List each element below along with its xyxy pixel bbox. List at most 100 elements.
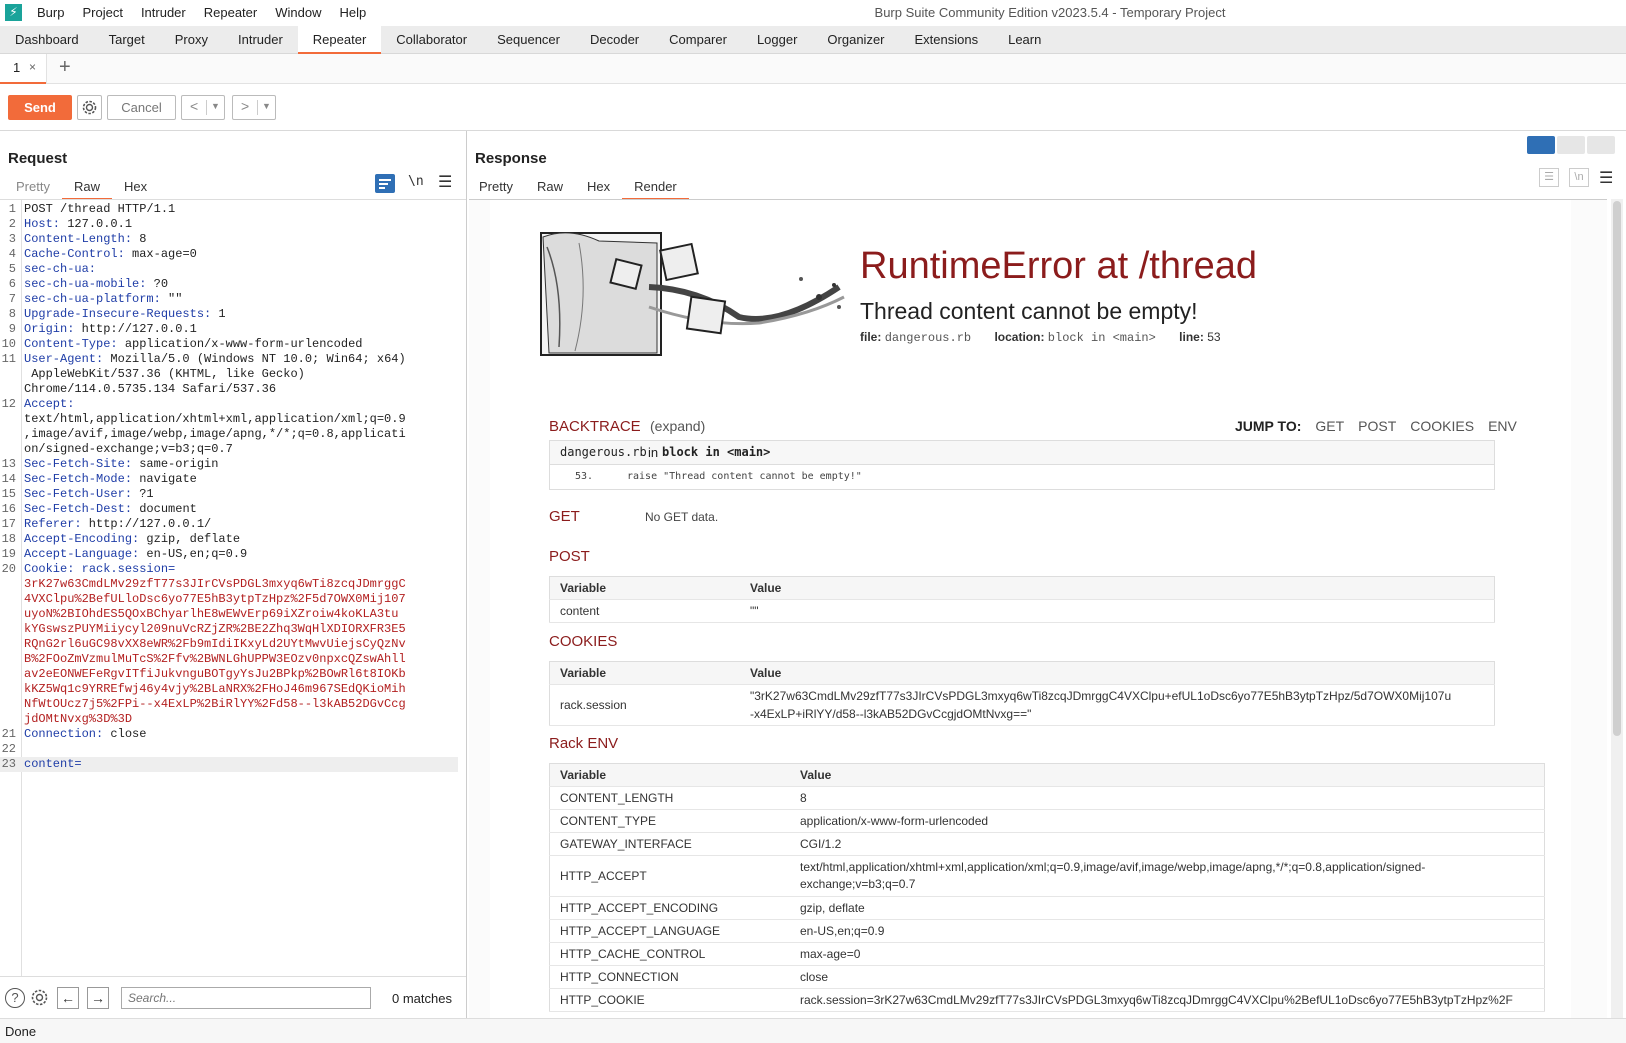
- code-line[interactable]: on/signed-exchange;v=b3;q=0.7: [0, 442, 458, 457]
- line-number: 8: [8, 307, 16, 321]
- code-line[interactable]: 18 Accept-Encoding: gzip, deflate: [0, 532, 458, 547]
- expand-link[interactable]: (expand): [650, 418, 705, 434]
- tab-dashboard[interactable]: Dashboard: [0, 26, 94, 53]
- code-line[interactable]: 16 Sec-Fetch-Dest: document: [0, 502, 458, 517]
- env-value: gzip, deflate: [790, 896, 1545, 920]
- code-line[interactable]: AppleWebKit/537.36 (KHTML, like Gecko): [0, 367, 458, 382]
- code-line[interactable]: 21 Connection: close: [0, 727, 458, 742]
- jump-link-env[interactable]: ENV: [1488, 418, 1517, 434]
- tab-sequencer[interactable]: Sequencer: [482, 26, 575, 53]
- help-icon[interactable]: ?: [5, 988, 25, 1008]
- response-view-icons: ☰ \n: [1539, 168, 1589, 187]
- word-wrap-icon[interactable]: [375, 174, 395, 193]
- tab-comparer[interactable]: Comparer: [654, 26, 742, 53]
- code-line[interactable]: NfWtOUcz7j5%2FPi--x4ExLP%2BiRlYY%2Fd58--…: [0, 697, 458, 712]
- request-editor[interactable]: 1 POST /thread HTTP/1.1 2 Host: 127.0.0.1 3 C…: [0, 199, 466, 977]
- code-line[interactable]: 22: [0, 742, 458, 757]
- code-line[interactable]: 3 Content-Length: 8: [0, 232, 458, 247]
- line-content: Connection: close: [16, 727, 146, 742]
- hamburger-menu-icon[interactable]: ☰: [1599, 168, 1613, 188]
- header-value: ?0: [146, 277, 169, 291]
- send-button[interactable]: Send: [8, 95, 72, 120]
- search-input[interactable]: [121, 987, 371, 1009]
- request-tab-raw[interactable]: Raw: [61, 176, 112, 200]
- jump-link-post[interactable]: POST: [1358, 418, 1396, 434]
- code-line[interactable]: 2 Host: 127.0.0.1: [0, 217, 458, 232]
- response-tab-hex[interactable]: Hex: [575, 176, 622, 198]
- back-button[interactable]: < ▼: [181, 95, 225, 120]
- code-line[interactable]: 4VXClpu%2BefULloDsc6yo77E5hB3ytpTzHpz%2F…: [0, 592, 458, 607]
- code-line[interactable]: 20 Cookie: rack.session=: [0, 562, 458, 577]
- code-line[interactable]: 17 Referer: http://127.0.0.1/: [0, 517, 458, 532]
- code-line[interactable]: kKZ5Wq1c9YRREfwj46y4vjy%2BLaNRX%2FHoJ46m…: [0, 682, 458, 697]
- code-line[interactable]: 1 POST /thread HTTP/1.1: [0, 202, 458, 217]
- tab-learn[interactable]: Learn: [993, 26, 1056, 53]
- forward-button[interactable]: > ▼: [232, 95, 276, 120]
- line-number: [0, 367, 16, 382]
- code-line[interactable]: 3rK27w63CmdLMv29zfT77s3JIrCVsPDGL3mxyq6w…: [0, 577, 458, 592]
- jump-link-cookies[interactable]: COOKIES: [1410, 418, 1474, 434]
- code-line[interactable]: 6 sec-ch-ua-mobile: ?0: [0, 277, 458, 292]
- code-line[interactable]: av2eEONWEFeRgvITfiJukvnguBOTgyYsJu2BPkp%…: [0, 667, 458, 682]
- tab-organizer[interactable]: Organizer: [812, 26, 899, 53]
- code-line[interactable]: 4 Cache-Control: max-age=0: [0, 247, 458, 262]
- code-line[interactable]: ,image/avif,image/webp,image/apng,*/*;q=…: [0, 427, 458, 442]
- code-line[interactable]: 10 Content-Type: application/x-www-form-u…: [0, 337, 458, 352]
- code-line[interactable]: 11 User-Agent: Mozilla/5.0 (Windows NT 10…: [0, 352, 458, 367]
- add-tab-button[interactable]: +: [59, 56, 71, 79]
- tabs-layout-icon[interactable]: [1587, 136, 1615, 154]
- newline-toggle-icon[interactable]: \n: [408, 174, 424, 189]
- response-tab-pretty[interactable]: Pretty: [467, 176, 525, 198]
- header-key: Sec-Fetch-Dest:: [24, 502, 133, 516]
- code-line[interactable]: jdOMtNvxg%3D%3D: [0, 712, 458, 727]
- tab-proxy[interactable]: Proxy: [160, 26, 223, 53]
- top-bottom-layout-icon[interactable]: [1557, 136, 1585, 154]
- close-icon[interactable]: ×: [29, 60, 36, 74]
- code-line[interactable]: 15 Sec-Fetch-User: ?1: [0, 487, 458, 502]
- response-scrollbar[interactable]: [1611, 199, 1623, 1018]
- next-match-icon[interactable]: →: [87, 987, 109, 1009]
- tab-decoder[interactable]: Decoder: [575, 26, 654, 53]
- chevron-down-icon[interactable]: ▼: [262, 101, 271, 111]
- code-line[interactable]: 23 content=: [0, 757, 458, 772]
- previous-match-icon[interactable]: ←: [57, 987, 79, 1009]
- code-line[interactable]: 8 Upgrade-Insecure-Requests: 1: [0, 307, 458, 322]
- settings-gear-icon[interactable]: [28, 986, 51, 1012]
- code-line[interactable]: uyoN%2BIOhdES5QOxBChyarlhE8wEWvErp69iXZr…: [0, 607, 458, 622]
- line-number: [0, 622, 16, 637]
- repeater-tab-1[interactable]: 1 ×: [0, 54, 47, 84]
- line-number: [0, 637, 16, 652]
- response-tab-raw[interactable]: Raw: [525, 176, 575, 198]
- request-tab-pretty[interactable]: Pretty: [4, 176, 62, 198]
- code-line[interactable]: text/html,application/xhtml+xml,applicat…: [0, 412, 458, 427]
- chevron-down-icon[interactable]: ▼: [211, 101, 220, 111]
- code-line[interactable]: RQnG2rl6uGC98vXX8eWR%2Fb9mIdiIKxyLd2UYtM…: [0, 637, 458, 652]
- side-by-side-layout-icon[interactable]: [1527, 136, 1555, 154]
- hamburger-menu-icon[interactable]: ☰: [438, 172, 452, 192]
- code-line[interactable]: 13 Sec-Fetch-Site: same-origin: [0, 457, 458, 472]
- response-tab-render[interactable]: Render: [622, 176, 689, 200]
- code-line[interactable]: 7 sec-ch-ua-platform: "": [0, 292, 458, 307]
- word-wrap-icon[interactable]: ☰: [1539, 168, 1559, 187]
- code-line[interactable]: 14 Sec-Fetch-Mode: navigate: [0, 472, 458, 487]
- tab-extensions[interactable]: Extensions: [900, 26, 994, 53]
- code-line[interactable]: 5 sec-ch-ua:: [0, 262, 458, 277]
- request-tab-hex[interactable]: Hex: [112, 176, 159, 198]
- code-line[interactable]: B%2FOoZmVzmulMuTcS%2Ffv%2BWNLGhUPPW3EOzv…: [0, 652, 458, 667]
- newline-toggle-icon[interactable]: \n: [1569, 168, 1589, 187]
- code-line[interactable]: 12 Accept:: [0, 397, 458, 412]
- code-line[interactable]: Chrome/114.0.5735.134 Safari/537.36: [0, 382, 458, 397]
- jump-link-get[interactable]: GET: [1315, 418, 1344, 434]
- tab-logger[interactable]: Logger: [742, 26, 812, 53]
- tab-collaborator[interactable]: Collaborator: [381, 26, 482, 53]
- code-line[interactable]: 9 Origin: http://127.0.0.1: [0, 322, 458, 337]
- code-line[interactable]: kYGswszPUYMiiycyl209nuVcRZjZR%2BE2Zhq3Wq…: [0, 622, 458, 637]
- settings-button[interactable]: [77, 95, 102, 120]
- tab-intruder[interactable]: Intruder: [223, 26, 298, 53]
- tab-repeater[interactable]: Repeater: [297, 26, 382, 54]
- request-code[interactable]: 1 POST /thread HTTP/1.1 2 Host: 127.0.0.1 3 C…: [0, 202, 458, 772]
- tab-target[interactable]: Target: [94, 26, 160, 53]
- backtrace-frame[interactable]: dangerous.rb in block in <main> 53. rais…: [549, 440, 1495, 490]
- code-line[interactable]: 19 Accept-Language: en-US,en;q=0.9: [0, 547, 458, 562]
- cancel-button[interactable]: Cancel: [107, 95, 176, 120]
